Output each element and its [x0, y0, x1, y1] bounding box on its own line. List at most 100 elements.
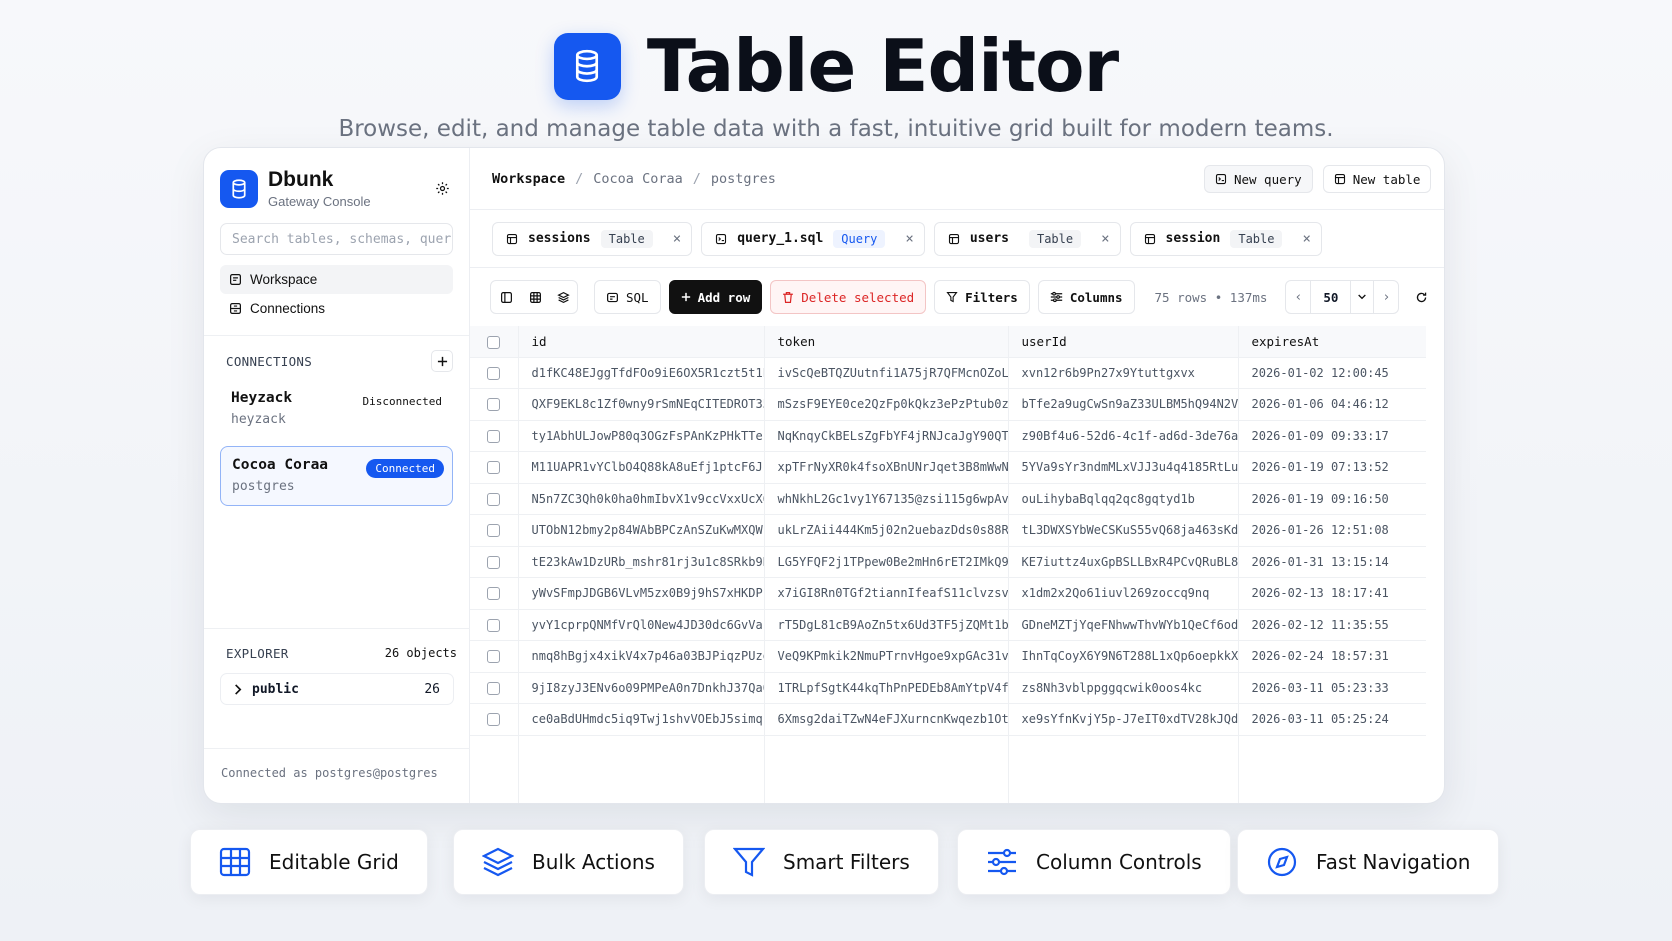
row-checkbox[interactable]	[470, 672, 518, 704]
table-row[interactable]: ce0aBdUHmdc5iq9Twj1shvVOEbJ5simq 6Xmsg2da…	[470, 703, 1426, 736]
table-cell-id[interactable]: ty1AbhULJowP80q3OGzFsPAnKzPHkTTe	[517, 420, 764, 452]
tab-sessions[interactable]: sessions Table ×	[492, 221, 693, 256]
table-cell-userId[interactable]: z90Bf4u6-52d6-4c1f-ad6d-3de76ac56093	[1007, 420, 1238, 452]
row-checkbox[interactable]	[470, 577, 518, 610]
table-cell-token[interactable]: 1TRLpfSgtK44kqThPnPEDEb8AmYtpV4fNL	[763, 672, 1008, 704]
sidebar-item-connections[interactable]: Connections	[220, 294, 453, 323]
table-cell-id[interactable]: nmq8hBgjx4xikV4x7p46a03BJPiqzPUzoJ	[517, 640, 764, 673]
refresh-icon[interactable]	[1407, 283, 1435, 311]
more-icon[interactable]: •••	[1443, 283, 1444, 311]
table-cell-userId[interactable]: zs8Nh3vblppggqcwik0oos4kc	[1007, 672, 1238, 704]
panel-toggle-icon[interactable]	[1441, 165, 1444, 193]
sql-button[interactable]: SQL	[594, 280, 661, 314]
column-header[interactable]: id	[517, 326, 764, 358]
table-cell-token[interactable]: LG5YFQF2j1TPpew0Be2mHn6rET2IMkQ9Q	[763, 546, 1008, 578]
filters-button[interactable]: Filters	[934, 280, 1030, 314]
close-icon[interactable]: ×	[673, 231, 681, 247]
table-cell-token[interactable]: NqKnqyCkBELsZgFbYF4jRNJcaJgY90QTMu	[763, 420, 1008, 452]
table-cell-userId[interactable]: KE7iuttz4uxGpBSLLBxR4PCvQRuBL80cT	[1007, 546, 1238, 578]
add-row-button[interactable]: Add row	[668, 280, 763, 314]
table-cell-token[interactable]: mSzsF9EYE0ce2QzFp0kQkz3ePzPtub0zXN	[763, 388, 1008, 421]
table-cell-id[interactable]: d1fKC48EJggTfdFOo9iE6OX5R1czt5t1PJ	[517, 357, 764, 389]
table-cell-expiresAt[interactable]: 2026-01-09 09:33:17	[1237, 420, 1426, 452]
layers-icon[interactable]	[549, 281, 577, 313]
close-icon[interactable]: ×	[905, 231, 913, 247]
column-header[interactable]: token	[763, 326, 1008, 358]
table-row[interactable]: N5n7ZC3Qh0k0ha0hmIbvX1v9ccVxxUcX6E whNkhL…	[470, 483, 1426, 515]
new-query-button[interactable]: New query	[1203, 165, 1313, 193]
add-connection-button[interactable]	[431, 350, 453, 372]
row-checkbox[interactable]	[470, 640, 518, 673]
table-cell-expiresAt[interactable]: 2026-01-19 09:16:50	[1237, 483, 1426, 515]
table-cell-token[interactable]: ivScQeBTQZUutnfi1A75jR7QFMcnOZoLd	[763, 357, 1008, 389]
table-cell-id[interactable]: tE23kAw1DzURb_mshr81rj3u1c8SRkb9B	[517, 546, 764, 578]
row-checkbox[interactable]	[470, 357, 518, 389]
table-cell-id[interactable]: UTObN12bmy2p84WAbBPCzAnSZuKwMXQW	[517, 514, 764, 547]
table-cell-userId[interactable]: ouLihybaBqlqq2qc8gqtyd1b	[1007, 483, 1238, 515]
schema-item-public[interactable]: public 26	[220, 673, 454, 705]
table-cell-userId[interactable]: GDneMZTjYqeFNhwwThvWYb1QeCf6odF1	[1007, 609, 1238, 641]
tab-session[interactable]: session Table ×	[1129, 221, 1322, 256]
row-checkbox[interactable]	[470, 703, 518, 736]
table-cell-expiresAt[interactable]: 2026-01-26 12:51:08	[1237, 514, 1426, 547]
table-cell-userId[interactable]: xe9sYfnKvjY5p-J7eIT0xdTV28kJQd9fW	[1007, 703, 1238, 736]
column-header[interactable]: userId	[1007, 326, 1238, 358]
table-row[interactable]: QXF9EKL8c1Zf0wny9rSmNEqCITEDROT35 mSzsF9E…	[470, 388, 1426, 421]
row-checkbox[interactable]	[470, 388, 518, 421]
table-cell-expiresAt[interactable]: 2026-02-13 18:17:41	[1237, 577, 1426, 610]
table-cell-userId[interactable]: tL3DWXSYbWeCSKuS55vQ68ja463sKdZ2n	[1007, 514, 1238, 547]
prev-page-icon[interactable]: ‹	[1286, 281, 1310, 313]
page-size-value[interactable]: 50	[1310, 281, 1350, 313]
chevron-down-icon[interactable]	[1350, 281, 1375, 313]
table-cell-userId[interactable]: IhnTqCoyX6Y9N6T288L1xQp6oepkkX0pk	[1007, 640, 1238, 673]
table-row[interactable]: ty1AbhULJowP80q3OGzFsPAnKzPHkTTe NqKnqyCk…	[470, 420, 1426, 452]
table-cell-id[interactable]: yvY1cprpQNMfVrQl0New4JD30dc6GvVa1	[517, 609, 764, 641]
row-checkbox[interactable]	[470, 514, 518, 547]
table-row[interactable]: yWvSFmpJDGB6VLvM5zx0B9j9hS7xHKDPr x7iGI8R…	[470, 577, 1426, 610]
table-cell-expiresAt[interactable]: 2026-01-02 12:00:45	[1237, 357, 1426, 389]
table-cell-expiresAt[interactable]: 2026-02-12 11:35:55	[1237, 609, 1426, 641]
table-cell-userId[interactable]: bTfe2a9ugCwSn9aZ33ULBM5hQ94N2Vm	[1007, 388, 1238, 421]
table-cell-token[interactable]: x7iGI8Rn0TGf2tiannIfeafS11clvzsvdm	[763, 577, 1008, 610]
table-row[interactable]: M11UAPR1vYClbO4Q88kA8uEfj1ptcF6JL xpTFrNy…	[470, 451, 1426, 484]
connection-item-heyzack[interactable]: Heyzack heyzack Disconnected	[220, 380, 453, 440]
table-cell-expiresAt[interactable]: 2026-01-06 04:46:12	[1237, 388, 1426, 421]
connection-item-cocoa-coraa[interactable]: Cocoa Coraa postgres Connected	[220, 446, 453, 506]
table-cell-id[interactable]: 9jI8zyJ3ENv6o09PMPeA0n7DnkhJ37Qa0	[517, 672, 764, 704]
columns-button[interactable]: Columns	[1037, 280, 1135, 314]
table-row[interactable]: d1fKC48EJggTfdFOo9iE6OX5R1czt5t1PJ ivScQe…	[470, 357, 1426, 389]
table-cell-id[interactable]: QXF9EKL8c1Zf0wny9rSmNEqCITEDROT35	[517, 388, 764, 421]
close-icon[interactable]: ×	[1302, 231, 1310, 247]
row-checkbox[interactable]	[470, 451, 518, 484]
table-row[interactable]: tE23kAw1DzURb_mshr81rj3u1c8SRkb9B LG5YFQF…	[470, 546, 1426, 578]
search-input[interactable]: Search tables, schemas, queri	[220, 223, 453, 255]
breadcrumb-connection[interactable]: Cocoa Coraa	[593, 171, 682, 187]
table-cell-id[interactable]: yWvSFmpJDGB6VLvM5zx0B9j9hS7xHKDPr	[517, 577, 764, 610]
row-checkbox[interactable]	[470, 609, 518, 641]
table-cell-token[interactable]: ukLrZAii444Km5j02n2uebazDds0s88Rz6F	[763, 514, 1008, 547]
table-cell-userId[interactable]: xvn12r6b9Pn27x9Ytuttgxvx	[1007, 357, 1238, 389]
table-cell-token[interactable]: rT5DgL81cB9AoZn5tx6Ud3TF5jZQMt1b0	[763, 609, 1008, 641]
table-cell-expiresAt[interactable]: 2026-01-19 07:13:52	[1237, 451, 1426, 484]
grid-view-icon[interactable]	[521, 281, 549, 313]
column-header[interactable]: expiresAt	[1237, 326, 1426, 358]
table-cell-expiresAt[interactable]: 2026-01-31 13:15:14	[1237, 546, 1426, 578]
table-cell-id[interactable]: M11UAPR1vYClbO4Q88kA8uEfj1ptcF6JL	[517, 451, 764, 484]
table-row[interactable]: nmq8hBgjx4xikV4x7p46a03BJPiqzPUzoJ VeQ9KP…	[470, 640, 1426, 673]
table-cell-userId[interactable]: x1dm2x2Qo61iuvl269zoccq9nq	[1007, 577, 1238, 610]
breadcrumb-workspace[interactable]: Workspace	[492, 171, 565, 187]
table-row[interactable]: UTObN12bmy2p84WAbBPCzAnSZuKwMXQW ukLrZAii…	[470, 514, 1426, 547]
table-cell-id[interactable]: ce0aBdUHmdc5iq9Twj1shvVOEbJ5simq	[517, 703, 764, 736]
table-row[interactable]: yvY1cprpQNMfVrQl0New4JD30dc6GvVa1 rT5DgL8…	[470, 609, 1426, 641]
row-checkbox[interactable]	[470, 483, 518, 515]
tab-users[interactable]: users Table ×	[933, 221, 1121, 256]
table-cell-userId[interactable]: 5YVa9sYr3ndmMLxVJJ3u4q4185RtLugyf	[1007, 451, 1238, 484]
tab-query[interactable]: query_1.sql Query ×	[701, 221, 925, 256]
close-icon[interactable]: ×	[1101, 231, 1109, 247]
sidebar-item-workspace[interactable]: Workspace	[220, 265, 453, 294]
table-row[interactable]: 9jI8zyJ3ENv6o09PMPeA0n7DnkhJ37Qa0 1TRLpfS…	[470, 672, 1426, 704]
table-cell-id[interactable]: N5n7ZC3Qh0k0ha0hmIbvX1v9ccVxxUcX6E	[517, 483, 764, 515]
row-checkbox[interactable]	[470, 546, 518, 578]
new-table-button[interactable]: New table	[1322, 165, 1432, 193]
table-cell-token[interactable]: whNkhL2Gc1vy1Y67135@zsi115g6wpAvp	[763, 483, 1008, 515]
